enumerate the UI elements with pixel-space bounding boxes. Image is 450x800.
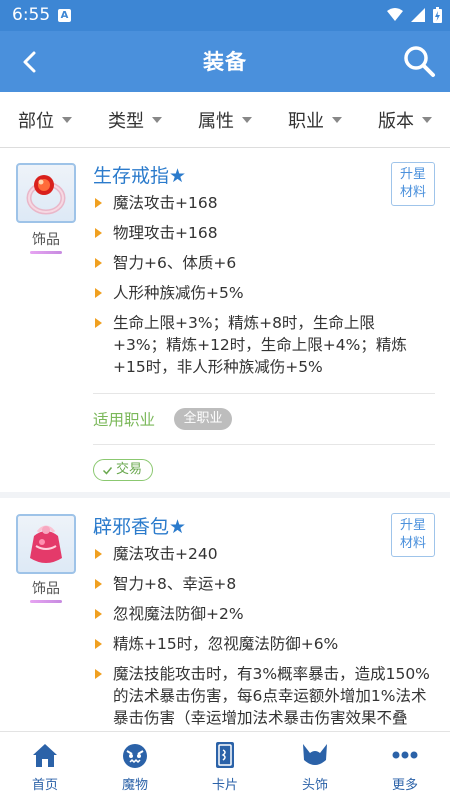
nav-home[interactable]: 首页	[0, 732, 90, 800]
rarity-bar	[30, 600, 62, 603]
upgrade-label-1: 升星	[399, 167, 426, 182]
item-category: 饰品	[32, 581, 60, 597]
cat-ears-icon	[303, 744, 327, 765]
job-badge: 全职业	[174, 408, 232, 430]
nav-more[interactable]: 更多	[360, 732, 450, 800]
chevron-down-icon	[152, 116, 162, 123]
list-item[interactable]: 饰品 生存戒指★ 升星 材料 魔法攻击+168 物理攻击+168 智力+6、体质…	[0, 149, 450, 498]
attribute-line: 魔法攻击+240	[93, 543, 435, 565]
ring-icon	[26, 175, 66, 215]
status-time: 6:55	[12, 5, 51, 25]
attribute-list: 魔法攻击+240 智力+8、幸运+8 忽视魔法防御+2% 精炼+15时，忽视魔法…	[93, 543, 435, 731]
trade-label: 交易	[116, 462, 143, 477]
more-dots-icon	[392, 751, 418, 759]
attribute-line: 智力+8、幸运+8	[93, 573, 435, 595]
nav-headwear[interactable]: 头饰	[270, 732, 360, 800]
filter-label: 类型	[108, 110, 144, 132]
app-bar: 装备	[0, 31, 450, 92]
attribute-line: 人形种族减伤+5%	[93, 282, 435, 304]
rarity-bar	[30, 251, 62, 254]
item-name[interactable]: 辟邪香包★	[93, 512, 186, 539]
filter-label: 版本	[378, 110, 414, 132]
chevron-down-icon	[332, 116, 342, 123]
filter-slot[interactable]: 部位	[0, 92, 90, 147]
bottom-nav: 首页 魔物 卡片 头饰 更多	[0, 731, 450, 800]
filter-label: 属性	[198, 110, 234, 132]
monster-icon	[123, 744, 147, 768]
chevron-down-icon	[62, 116, 72, 123]
nav-monster[interactable]: 魔物	[90, 732, 180, 800]
list-item[interactable]: 饰品 辟邪香包★ 升星 材料 魔法攻击+240 智力+8、幸运+8 忽视魔法防御…	[0, 498, 450, 731]
status-bar: 6:55 A	[0, 0, 450, 31]
divider	[93, 393, 435, 394]
attribute-line: 忽视魔法防御+2%	[93, 603, 435, 625]
attribute-line: 魔法技能攻击时，有3%概率暴击，造成150%的法术暴击伤害，每6点幸运额外增加1…	[93, 663, 435, 731]
signal-icon	[411, 8, 425, 22]
filter-job[interactable]: 职业	[270, 92, 360, 147]
job-label: 适用职业	[93, 411, 156, 429]
attribute-line: 智力+6、体质+6	[93, 252, 435, 274]
item-name[interactable]: 生存戒指★	[93, 161, 186, 188]
battery-icon	[433, 7, 442, 23]
filter-attribute[interactable]: 属性	[180, 92, 270, 147]
nav-label: 魔物	[121, 778, 148, 793]
item-image	[16, 163, 76, 223]
attribute-list: 魔法攻击+168 物理攻击+168 智力+6、体质+6 人形种族减伤+5% 生命…	[93, 192, 435, 386]
check-icon	[102, 466, 113, 475]
item-image	[16, 514, 76, 574]
notification-icon: A	[58, 9, 71, 22]
upgrade-label-1: 升星	[399, 518, 426, 533]
item-category: 饰品	[32, 232, 60, 248]
attribute-line: 物理攻击+168	[93, 222, 435, 244]
attribute-line: 生命上限+3%；精炼+8时，生命上限+3%；精炼+12时，生命上限+4%；精炼+…	[93, 312, 427, 378]
system-icons	[387, 7, 442, 23]
nav-label: 头饰	[301, 778, 328, 793]
filter-type[interactable]: 类型	[90, 92, 180, 147]
nav-card[interactable]: 卡片	[180, 732, 270, 800]
nav-label: 首页	[31, 778, 58, 793]
sachet-icon	[30, 525, 62, 563]
divider	[93, 444, 435, 445]
chevron-down-icon	[422, 116, 432, 123]
home-icon	[33, 744, 57, 767]
attribute-line: 精炼+15时，忽视魔法防御+6%	[93, 633, 435, 655]
wifi-icon	[387, 8, 403, 21]
filter-bar: 部位 类型 属性 职业 版本	[0, 92, 450, 148]
filter-label: 部位	[18, 110, 54, 132]
nav-label: 卡片	[211, 778, 238, 793]
chevron-down-icon	[242, 116, 252, 123]
search-icon[interactable]	[402, 44, 436, 78]
filter-label: 职业	[288, 110, 324, 132]
filter-version[interactable]: 版本	[360, 92, 450, 147]
page-title: 装备	[203, 50, 247, 74]
card-icon	[216, 742, 234, 768]
nav-label: 更多	[391, 778, 418, 793]
attribute-line: 魔法攻击+168	[93, 192, 435, 214]
trade-badge: 交易	[93, 459, 154, 481]
equipment-list: 饰品 生存戒指★ 升星 材料 魔法攻击+168 物理攻击+168 智力+6、体质…	[0, 149, 450, 731]
